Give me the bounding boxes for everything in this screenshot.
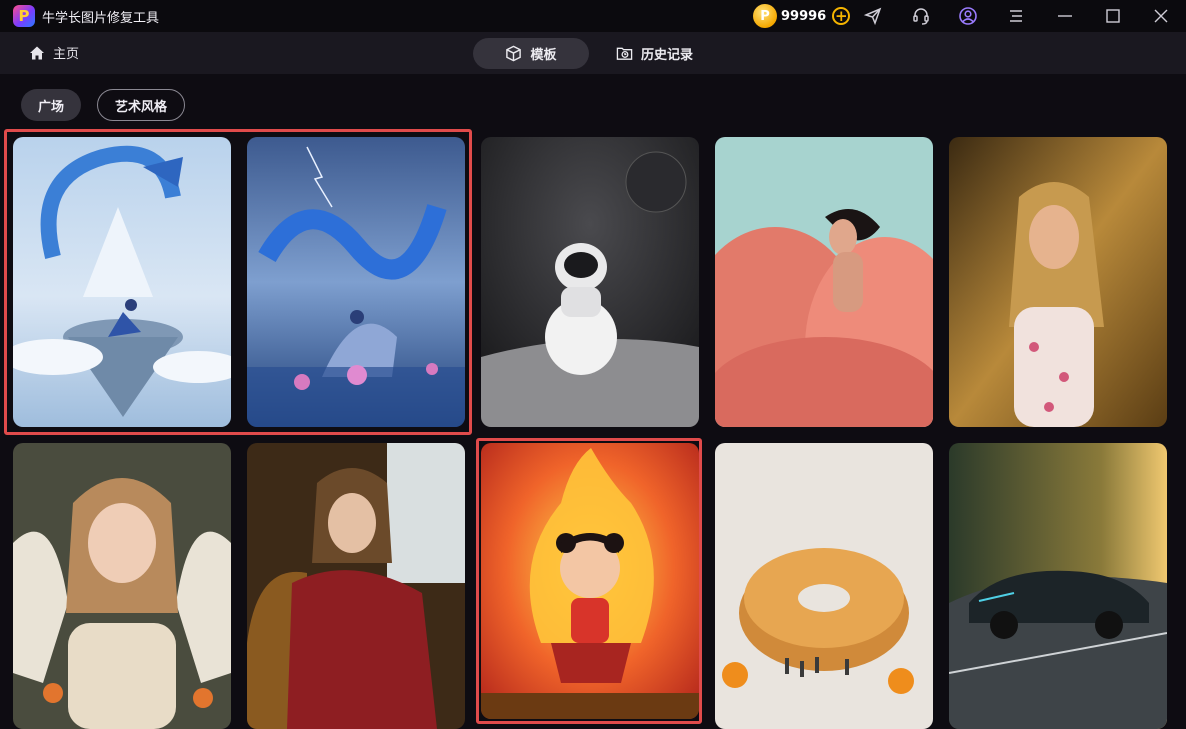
coin-icon: P [753, 4, 777, 28]
woman-pink-feathers-image [715, 137, 933, 427]
fire-child-image [481, 443, 699, 719]
history-folder-icon [616, 47, 633, 60]
template-card[interactable] [949, 137, 1167, 427]
add-coins-icon[interactable]: + [832, 7, 851, 25]
cube-icon [506, 45, 522, 62]
template-card[interactable] [13, 137, 231, 427]
victorian-lady-image [247, 443, 465, 729]
filter-art-style[interactable]: 艺术风格 [97, 89, 185, 121]
tab-history[interactable]: 历史记录 [600, 38, 709, 69]
sports-car-image [949, 443, 1167, 729]
template-card[interactable] [247, 137, 465, 427]
close-icon[interactable] [1149, 4, 1173, 28]
nav-home[interactable]: 主页 [29, 43, 79, 62]
template-card[interactable] [481, 443, 699, 719]
coin-count: 99996 [781, 8, 827, 24]
coin-balance[interactable]: P 99996 + [753, 3, 851, 29]
template-card[interactable] [13, 443, 231, 729]
template-card[interactable] [715, 137, 933, 427]
headset-icon[interactable] [909, 4, 933, 28]
tab-history-label: 历史记录 [641, 48, 694, 63]
template-card[interactable] [481, 137, 699, 427]
dragon-lotus-image [247, 137, 465, 427]
tab-templates[interactable]: 模板 [473, 38, 589, 69]
user-icon[interactable] [956, 4, 980, 28]
girl-wheat-field-image [949, 137, 1167, 427]
bagel-miniatures-image [715, 443, 933, 729]
template-card[interactable] [949, 443, 1167, 729]
dragon-mountain-image [13, 137, 231, 427]
nav-bar: 主页 模板 历史记录 [0, 32, 1186, 74]
tab-templates-label: 模板 [530, 48, 557, 63]
app-logo: P [13, 5, 35, 27]
nav-home-label: 主页 [53, 47, 80, 62]
app-title: 牛学长图片修复工具 [42, 11, 160, 26]
maximize-icon[interactable] [1101, 4, 1125, 28]
angel-girl-image [13, 443, 231, 729]
home-icon [30, 46, 44, 59]
minimize-icon[interactable] [1053, 4, 1077, 28]
astronaut-egg-image [481, 137, 699, 427]
title-bar: P 牛学长图片修复工具 P 99996 + [0, 0, 1186, 32]
menu-icon[interactable] [1004, 4, 1028, 28]
template-card[interactable] [715, 443, 933, 729]
template-card[interactable] [247, 443, 465, 729]
filter-plaza[interactable]: 广场 [21, 89, 81, 121]
send-icon[interactable] [861, 4, 885, 28]
